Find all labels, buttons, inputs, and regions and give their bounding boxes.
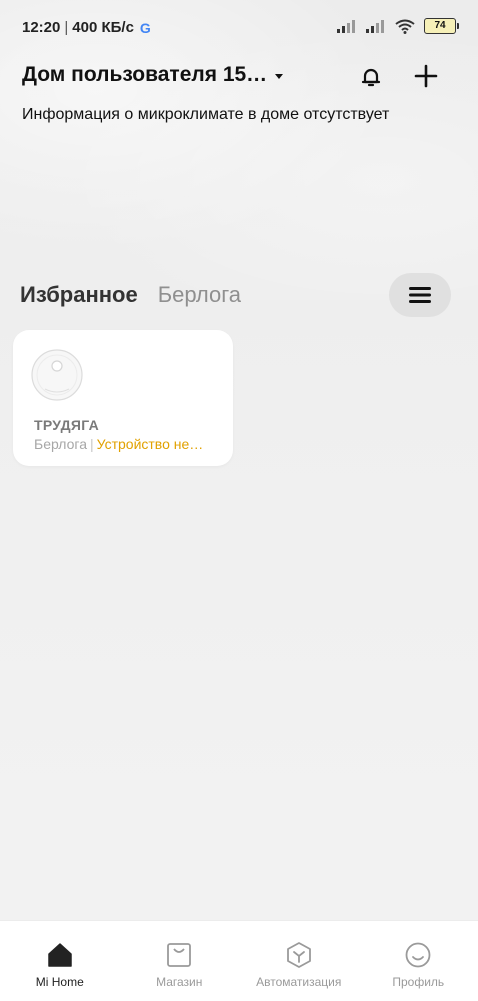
notifications-button[interactable]: [356, 62, 386, 92]
signal-icon-2: [366, 19, 386, 33]
signal-icon: [337, 19, 357, 33]
device-card[interactable]: ТРУДЯГА Берлога|Устройство не…: [13, 330, 233, 466]
tab-favorites[interactable]: Избранное: [20, 282, 138, 308]
device-status: Устройство не…: [97, 436, 204, 452]
menu-icon: [409, 287, 431, 303]
home-icon: [46, 941, 74, 969]
device-divider: |: [90, 436, 94, 452]
battery-icon: 74: [424, 18, 456, 34]
wifi-icon: [395, 19, 415, 34]
status-time: 12:20: [22, 19, 60, 36]
nav-shop[interactable]: Магазин: [120, 921, 240, 1001]
device-name: ТРУДЯГА: [34, 417, 99, 433]
shop-bag-icon: [165, 941, 193, 969]
bottom-nav: Mi Home Магазин Автоматизация Профиль: [0, 920, 478, 1001]
nav-automation[interactable]: Автоматизация: [239, 921, 359, 1001]
room-tabs: Избранное Берлога: [20, 282, 241, 308]
device-room: Берлога: [34, 436, 87, 452]
status-bar: 12:20 | 400 КБ/с G 74: [0, 0, 478, 54]
bell-icon: [359, 65, 383, 89]
status-right: 74: [337, 18, 456, 34]
device-subtitle: Берлога|Устройство не…: [34, 436, 203, 452]
plus-icon: [414, 64, 438, 88]
tab-berloga[interactable]: Берлога: [158, 282, 241, 308]
climate-info-text: Информация о микроклимате в доме отсутст…: [22, 106, 389, 124]
status-separator: |: [64, 19, 68, 36]
automation-cube-icon: [285, 941, 313, 969]
nav-label: Профиль: [392, 975, 444, 989]
google-icon: G: [140, 20, 151, 36]
home-selector[interactable]: Дом пользователя 15…: [22, 63, 283, 87]
rooms-menu-button[interactable]: [389, 273, 451, 317]
add-device-button[interactable]: [410, 60, 442, 92]
caret-down-icon: [275, 74, 283, 79]
network-speed: 400 КБ/с: [72, 19, 134, 36]
nav-mi-home[interactable]: Mi Home: [0, 921, 120, 1001]
home-title: Дом пользователя 15…: [22, 63, 267, 87]
nav-label: Mi Home: [36, 975, 84, 989]
robot-vacuum-icon: [31, 349, 83, 401]
nav-label: Магазин: [156, 975, 202, 989]
profile-smile-icon: [404, 941, 432, 969]
nav-profile[interactable]: Профиль: [359, 921, 478, 1001]
status-left: 12:20 | 400 КБ/с G: [22, 19, 151, 36]
nav-label: Автоматизация: [256, 975, 341, 989]
